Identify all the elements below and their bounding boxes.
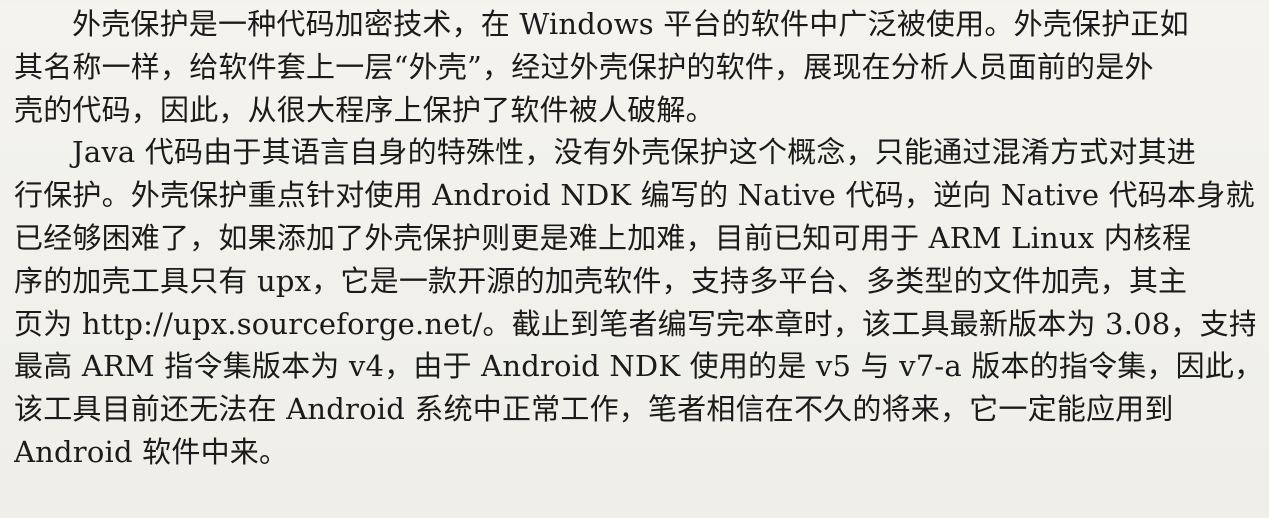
paragraph-2-line-7: 该工具目前还无法在 Android 系统中正常工作，笔者相信在不久的将来，它一定… xyxy=(14,392,1174,427)
paragraph-1-line-2: 其名称一样，给软件套上一层“外壳”，经过外壳保护的软件，展现在分析人员面前的是外 xyxy=(14,49,1154,84)
paragraph-1: 外壳保护是一种代码加密技术，在 Windows 平台的软件中广泛被使用。外壳保护… xyxy=(14,3,1255,131)
paragraph-1-line-3: 壳的代码，因此，从很大程序上保护了软件被人破解。 xyxy=(14,92,715,127)
paragraph-2-line-5: 页为 http://upx.sourceforge.net/。截止到笔者编写完本… xyxy=(14,306,1255,341)
paragraph-2-line-4: 序的加壳工具只有 upx，它是一款开源的加壳软件，支持多平台、多类型的文件加壳，… xyxy=(14,263,1188,298)
paragraph-2-line-8: Android 软件中来。 xyxy=(14,434,289,469)
paragraph-2-line-1: Java 代码由于其语言自身的特殊性，没有外壳保护这个概念，只能通过混淆方式对其… xyxy=(72,135,1197,170)
paragraph-2-line-2: 行保护。外壳保护重点针对使用 Android NDK 编写的 Native 代码… xyxy=(14,178,1255,213)
paragraph-2-line-3: 已经够困难了，如果添加了外壳保护则更是难上加难，目前已知可用于 ARM Linu… xyxy=(14,220,1192,255)
paragraph-2: Java 代码由于其语言自身的特殊性，没有外壳保护这个概念，只能通过混淆方式对其… xyxy=(14,131,1255,473)
paragraph-2-line-6: 最高 ARM 指令集版本为 v4，由于 Android NDK 使用的是 v5 … xyxy=(14,349,1255,384)
document-page: 外壳保护是一种代码加密技术，在 Windows 平台的软件中广泛被使用。外壳保护… xyxy=(0,3,1269,518)
paragraph-1-line-1: 外壳保护是一种代码加密技术，在 Windows 平台的软件中广泛被使用。外壳保护… xyxy=(72,7,1189,41)
